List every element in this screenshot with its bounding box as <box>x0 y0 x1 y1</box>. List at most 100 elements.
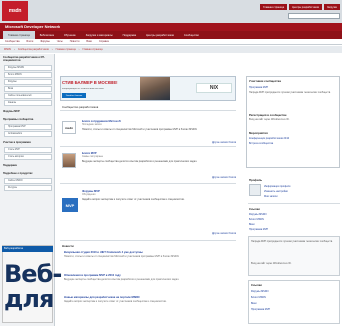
divider <box>60 110 236 111</box>
promo-panel-text: Вход на сайт через Windows Live ID. <box>251 262 292 265</box>
top-link-downloads[interactable]: Загрузки <box>323 4 340 10</box>
profile-link[interactable]: Мои записи <box>264 195 278 198</box>
sidebar-item[interactable]: Форумы MSDN <box>4 65 52 71</box>
sidebar-heading: Программы сообщества <box>3 118 34 121</box>
more-link[interactable]: Другие записи блогов <box>170 176 236 179</box>
right-box-link[interactable]: Программа MVP <box>249 86 268 89</box>
link-item[interactable]: Программа MVP <box>251 308 270 311</box>
subnav-help[interactable]: Справка <box>99 40 109 43</box>
banner-subline: Конференция по технологиям Microsoft <box>62 88 104 90</box>
news-title: Новости <box>62 244 74 248</box>
banner-headline: СТИВ БАЛМЕР В МОСКВЕ! <box>62 81 118 85</box>
msdn-logo[interactable]: msdn <box>2 1 28 21</box>
author-avatar[interactable] <box>62 153 76 168</box>
more-link[interactable]: Другие записи блогов <box>170 141 236 144</box>
subnav-forums[interactable]: Форумы <box>40 40 49 43</box>
banner-photo <box>140 77 170 100</box>
subnav-chats[interactable]: Чаты <box>57 40 63 43</box>
breadcrumb-item[interactable]: Главная страница <box>56 48 76 51</box>
community-box <box>246 76 340 168</box>
news-body: Задайте вопрос экспертам и получите отве… <box>64 300 167 303</box>
profile-link[interactable]: Информация профиля <box>264 185 290 188</box>
breadcrumb-separator: › <box>51 48 53 51</box>
events-title: Мероприятия <box>249 131 268 135</box>
sidebar-item[interactable]: Ambassadors <box>4 131 52 137</box>
sidebar-item[interactable]: Ресурсы <box>4 185 52 191</box>
breadcrumb-item: Главная страница <box>82 48 103 51</box>
breadcrumb-item[interactable]: MSDN <box>4 48 11 51</box>
link-item[interactable]: Вики <box>251 302 257 305</box>
search-input[interactable] <box>288 13 340 19</box>
subnav-communities[interactable]: Сообщества <box>5 40 20 43</box>
nav-community[interactable]: Сообщество <box>179 31 204 39</box>
news-item[interactable]: Обновления в программе MVP в 2010 году <box>64 274 121 277</box>
sidebar-heading: Поддержка <box>3 164 17 167</box>
divider <box>60 183 236 184</box>
nav-dev-centers[interactable]: Центры разработчиков <box>141 31 179 39</box>
sidebar-item[interactable]: Стать MVP <box>4 147 52 153</box>
event-link[interactable]: Встреча сообщества <box>249 142 273 145</box>
breadcrumb: MSDN › Сообщества разработчиков › Главна… <box>0 46 342 53</box>
breadcrumb-separator: › <box>14 48 15 51</box>
subnav-news[interactable]: Новости <box>70 40 80 43</box>
banner-button[interactable]: Узнайте больше <box>62 93 86 98</box>
post-title[interactable]: Форумы MVP <box>82 190 100 193</box>
sidebar-item[interactable]: Программа MVP <box>4 124 52 130</box>
link-item[interactable]: Блоги MSDN <box>249 218 264 221</box>
sidebar-item[interactable]: Сайты пользователей <box>4 93 52 99</box>
registration-title: Регистрация в сообществе <box>249 113 287 117</box>
nav-library[interactable]: Библиотека <box>35 31 59 39</box>
post-meta: Обсуждения <box>82 194 96 196</box>
main-nav: Главная страница Библиотека Обучение Заг… <box>0 31 342 39</box>
more-link[interactable]: Другие записи блогов <box>170 232 236 235</box>
profile-link[interactable]: Изменить настройки <box>264 190 288 193</box>
link-item[interactable]: Программа MVP <box>249 228 268 231</box>
sidebar-item[interactable]: Каналы <box>4 100 52 106</box>
sidebar-item[interactable]: Сайты MSDN <box>4 178 52 184</box>
post-meta: Самые популярные <box>82 156 104 158</box>
sidebar-item[interactable]: Блоги MSDN <box>4 72 52 78</box>
event-link[interactable]: Конференция разработчиков 2010 <box>249 137 289 140</box>
news-item[interactable]: Новые материалы для разработчиков на пор… <box>64 296 139 299</box>
divider <box>60 240 236 241</box>
mvp-logo: MVP <box>62 198 78 212</box>
right-box-title: Участники сообщества <box>249 79 281 83</box>
news-body: Ведущие эксперты сообщества делятся опыт… <box>64 278 180 281</box>
top-link-home[interactable]: Главная страница <box>260 4 288 10</box>
subnav-wiki[interactable]: Вики <box>86 40 92 43</box>
sidebar-item[interactable]: Форумы <box>4 79 52 85</box>
sidebar-item[interactable]: Стать автором <box>4 154 52 160</box>
nav-downloads[interactable]: Загрузки и материалы <box>81 31 118 39</box>
right-box-text: Награда MVP присуждается лучшим участник… <box>249 91 331 94</box>
profile-avatar[interactable] <box>249 184 261 196</box>
subnav-blogs[interactable]: Блоги <box>27 40 34 43</box>
link-item[interactable]: Форумы MSDN <box>251 290 268 293</box>
sidebar-heading: Подробнее о продуктах <box>3 172 33 175</box>
nav-learning[interactable]: Обучение <box>59 31 81 39</box>
link-item[interactable]: Форумы MSDN <box>249 213 266 216</box>
sidebar-item[interactable]: Вики <box>4 86 52 92</box>
sidebar-heading: Форумы MVP <box>3 110 20 113</box>
site-name: Microsoft Developer Network <box>5 24 61 29</box>
link-item[interactable]: Блоги MSDN <box>251 296 266 299</box>
news-item[interactable]: Визуальная студия 2010 и .NET Framework … <box>64 251 143 254</box>
sub-nav: Сообщества Блоги Форумы Чаты Новости Вик… <box>0 39 342 45</box>
breadcrumb-item[interactable]: Сообщества разработчиков <box>18 48 49 51</box>
top-link-dev-centers[interactable]: Центры разработчиков <box>289 4 322 10</box>
news-body: Новости, статьи и советы от специалистов… <box>64 255 180 258</box>
post-body: Новости, статьи и советы от специалистов… <box>82 128 198 131</box>
banner-logo: NIX <box>196 83 232 93</box>
post-body: Задайте вопрос экспертам и получите отве… <box>82 198 185 201</box>
sidebar-heading: Участие в программах <box>3 141 31 144</box>
post-body: Ведущие эксперты сообщества делятся опыт… <box>82 160 198 163</box>
links-title: Ссылки <box>249 207 260 211</box>
sidebar-ad-headline: Веб- для <box>4 260 62 314</box>
link-item[interactable]: Вики <box>249 223 255 226</box>
nav-support[interactable]: Поддержка <box>118 31 142 39</box>
post-title[interactable]: Блоги сотрудников Microsoft <box>82 120 121 123</box>
divider <box>60 146 236 147</box>
post-title[interactable]: Блоги MVP <box>82 152 97 155</box>
profile-title: Профиль <box>249 178 263 182</box>
nav-home[interactable]: Главная страница <box>3 31 35 39</box>
msdn-mini-logo: msdn <box>65 126 74 130</box>
